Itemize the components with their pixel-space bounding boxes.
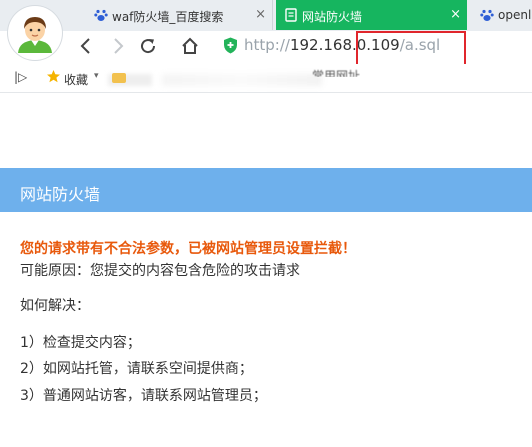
- tab-label: waf防火墙_百度搜索: [112, 10, 224, 24]
- favorites-label[interactable]: 收藏: [64, 71, 88, 88]
- bookmarks-bar: |▷ 收藏 ▾ 常用网址: [0, 64, 532, 93]
- reason-text: 可能原因：您提交的内容包含危险的攻击请求: [20, 263, 300, 279]
- user-avatar-icon: [12, 10, 58, 56]
- tab-label: openl: [498, 8, 532, 22]
- url-scheme: http://: [244, 36, 290, 54]
- close-tab-icon[interactable]: ×: [255, 7, 266, 22]
- reload-icon[interactable]: [138, 36, 158, 56]
- step-item: 3）普通网站访客，请联系网站管理员；: [20, 388, 267, 404]
- block-warning-text: 您的请求带有不合法参数，已被网站管理员设置拦截！: [20, 241, 356, 257]
- firewall-banner: 网站防火墙: [0, 168, 532, 212]
- back-icon[interactable]: [76, 36, 96, 56]
- secure-shield-icon[interactable]: [223, 37, 238, 54]
- tab-active-firewall[interactable]: 网站防火墙 ×: [276, 0, 467, 30]
- close-tab-icon[interactable]: ×: [450, 7, 461, 22]
- step-item: 1）检查提交内容；: [20, 335, 141, 351]
- step-item: 2）如网站托管，请联系空间提供商；: [20, 361, 253, 377]
- tab-openl[interactable]: openl: [472, 0, 532, 30]
- baidu-paw-icon: [480, 8, 494, 22]
- bookmark-partial-label[interactable]: 常用网址: [312, 67, 360, 77]
- forward-icon[interactable]: [108, 36, 128, 56]
- tab-label: 网站防火墙: [302, 10, 363, 24]
- star-icon[interactable]: [46, 69, 61, 87]
- tab-strip: waf防火墙_百度搜索 × 网站防火墙 × openl: [0, 0, 532, 31]
- sidebar-toggle-icon[interactable]: |▷: [14, 70, 27, 84]
- folder-icon: [112, 73, 126, 83]
- banner-title: 网站防火墙: [20, 185, 101, 204]
- blurred-bookmarks: [162, 74, 322, 86]
- avatar[interactable]: [8, 6, 62, 60]
- firewall-tab-icon: [284, 8, 298, 22]
- chevron-down-icon[interactable]: ▾: [94, 71, 99, 81]
- tab-baidu-search[interactable]: waf防火墙_百度搜索 ×: [86, 0, 273, 30]
- baidu-paw-icon: [94, 8, 108, 22]
- home-icon[interactable]: [180, 36, 200, 56]
- how-to-heading: 如何解决：: [20, 298, 90, 314]
